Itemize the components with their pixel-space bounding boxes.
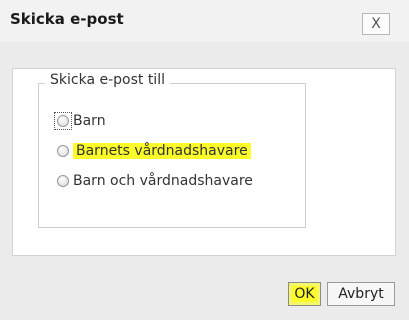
close-icon: X [371,16,381,32]
option-barn-och-vardnadshavare-label[interactable]: Barn och vårdnadshavare [73,173,253,189]
cancel-button[interactable]: Avbryt [327,282,395,306]
option-barnets-vardnadshavare[interactable]: Barnets vårdnadshavare [57,140,251,162]
close-button[interactable]: X [362,13,390,35]
focus-ring [54,112,72,130]
ok-button-label: OK [292,286,317,302]
option-barn-och-vardnadshavare[interactable]: Barn och vårdnadshavare [57,170,253,192]
option-barn[interactable]: Barn [54,110,106,132]
send-email-dialog: Skicka e-post X Skicka e-post till Barn … [0,0,409,320]
option-barn-label[interactable]: Barn [73,113,106,129]
radio-barnets-vardnadshavare[interactable] [57,145,69,157]
dialog-title: Skicka e-post [10,10,124,28]
recipient-fieldset: Skicka e-post till Barn Barnets vårdnads… [38,72,306,228]
content-panel: Skicka e-post till Barn Barnets vårdnads… [12,68,396,256]
option-barnets-vardnadshavare-label[interactable]: Barnets vårdnadshavare [73,143,251,159]
fieldset-legend: Skicka e-post till [45,72,170,88]
radio-barn[interactable] [57,115,69,127]
radio-barn-och-vardnadshavare[interactable] [57,175,69,187]
title-bar: Skicka e-post X [0,0,409,42]
ok-button[interactable]: OK [288,282,321,306]
